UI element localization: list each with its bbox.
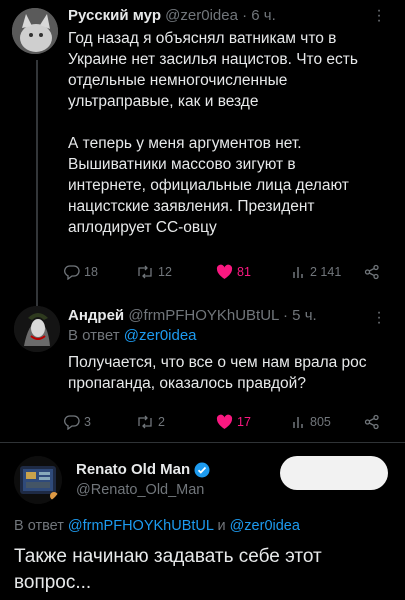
thread-line — [36, 60, 38, 312]
avatar[interactable] — [12, 8, 58, 54]
views-button[interactable]: 2 141 — [292, 262, 341, 282]
reply-count: 3 — [84, 415, 91, 429]
verified-icon — [194, 462, 210, 478]
repost-count: 2 — [158, 415, 165, 429]
reply-prefix: В ответ — [68, 327, 120, 344]
views-icon — [293, 417, 303, 428]
tweet-actions: 3 2 17 805 — [64, 412, 394, 432]
reply-icon — [64, 265, 80, 280]
views-icon — [293, 267, 303, 278]
repost-button[interactable]: 2 — [136, 412, 165, 432]
follow-button[interactable] — [280, 456, 388, 490]
views-count: 2 141 — [310, 265, 342, 279]
reply-button[interactable]: 18 — [64, 262, 98, 282]
reply-and: и — [217, 518, 226, 534]
display-name[interactable]: Renato Old Man — [76, 460, 190, 480]
tweet-1[interactable]: Русский мур @zer0idea · 6 ч. · · · Год наз… — [0, 0, 405, 312]
divider — [0, 442, 405, 443]
views-count: 805 — [310, 415, 331, 429]
timestamp[interactable]: · 5 ч. — [283, 307, 317, 324]
repost-button[interactable]: 12 — [136, 262, 172, 282]
like-button[interactable]: 81 — [216, 262, 251, 282]
reply-to-link[interactable]: @zer0idea — [124, 327, 197, 344]
heart-icon — [216, 264, 233, 279]
share-icon — [364, 414, 379, 430]
display-name[interactable]: Русский мур — [68, 7, 161, 24]
repost-icon — [138, 265, 152, 279]
avatar[interactable] — [14, 456, 62, 504]
reply-count: 18 — [84, 265, 98, 279]
like-count: 81 — [237, 265, 251, 279]
tweet-3[interactable]: Renato Old Man @Renato_Old_Man В ответ @… — [0, 444, 405, 600]
repost-icon — [138, 415, 152, 429]
more-icon[interactable]: · · · — [372, 305, 386, 331]
display-name[interactable]: Андрей — [68, 307, 124, 324]
reply-to-link-1[interactable]: @frmPFHOYKhUBtUL — [68, 518, 214, 534]
timestamp[interactable]: · 6 ч. — [242, 7, 276, 24]
share-button[interactable] — [364, 412, 380, 432]
more-icon[interactable]: · · · — [372, 3, 386, 29]
tweet-2[interactable]: Андрей @frmPFHOYKhUBtUL · 5 ч. · · · В отв… — [0, 300, 405, 440]
share-icon — [364, 264, 379, 280]
repost-count: 12 — [158, 265, 172, 279]
share-button[interactable] — [364, 262, 380, 282]
tweet-text: Также начинаю задавать себе этот вопрос.… — [14, 546, 322, 593]
reply-to-link-2[interactable]: @zer0idea — [230, 518, 300, 534]
tweet-text: Год назад я объяснял ватникам что в Укра… — [68, 30, 358, 236]
handle[interactable]: @zer0idea — [165, 7, 238, 24]
avatar[interactable] — [14, 306, 60, 352]
like-count: 17 — [237, 415, 251, 429]
heart-icon — [216, 414, 233, 429]
tweet-text: Получается, что все о чем нам врала рос … — [68, 354, 367, 392]
reply-icon — [64, 415, 80, 430]
handle[interactable]: @frmPFHOYKhUBtUL — [128, 307, 279, 324]
like-button[interactable]: 17 — [216, 412, 251, 432]
views-button[interactable]: 805 — [292, 412, 331, 432]
reply-prefix: В ответ — [14, 518, 64, 534]
reply-button[interactable]: 3 — [64, 412, 91, 432]
tweet-actions: 18 12 81 2 141 — [64, 262, 394, 282]
handle[interactable]: @Renato_Old_Man — [76, 480, 204, 500]
